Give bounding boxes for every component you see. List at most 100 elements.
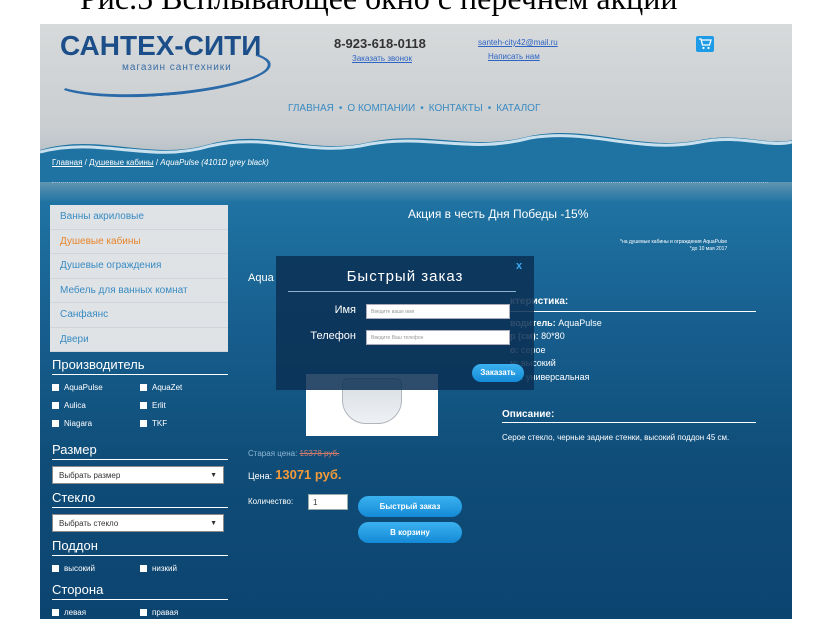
filter-checkbox[interactable]: левая <box>52 608 140 617</box>
breadcrumb-current: AquaPulse (4101D grey black) <box>160 158 269 167</box>
modal-title: Быстрый заказ <box>346 268 464 285</box>
category-item[interactable]: Двери <box>50 328 228 352</box>
checkbox-label: Aulica <box>64 401 86 410</box>
category-item[interactable]: Санфаянс <box>50 303 228 328</box>
characteristics-title: ктеристика: <box>510 295 756 312</box>
cart-glyph <box>699 38 712 50</box>
nav-item[interactable]: КОНТАКТЫ <box>429 103 483 114</box>
filter-tray: Поддон высокий низкий <box>52 538 228 573</box>
close-icon[interactable]: x <box>516 260 522 272</box>
checkbox-box[interactable] <box>140 384 147 391</box>
promo-note-line: *до 10 мая 2017 <box>689 246 728 252</box>
nav-separator: • <box>487 103 492 114</box>
document-caption: Рис.5 Всплывающее окно с перечнем акций <box>0 0 832 24</box>
nav-separator: • <box>338 103 343 114</box>
name-input[interactable]: Введите ваше имя <box>366 304 510 319</box>
nav-separator: • <box>420 103 424 114</box>
phone-number: 8-923-618-0118 <box>334 36 426 51</box>
checkbox-label: TKF <box>152 419 168 428</box>
filter-checkbox[interactable]: TKF <box>140 419 228 428</box>
checkbox-box[interactable] <box>52 565 59 572</box>
filter-checkbox[interactable]: правая <box>140 608 228 617</box>
dotted-divider <box>52 182 768 183</box>
filter-side: Сторона левая правая <box>52 582 228 617</box>
promo-note-line: *на душевые кабины и ограждения AquaPuls… <box>620 239 728 245</box>
filter-glass: Стекло Выбрать стекло ▼ <box>52 490 228 532</box>
email-link[interactable]: santeh-city42@mail.ru <box>478 38 558 47</box>
filter-checkbox[interactable]: Niagara <box>52 419 140 428</box>
callback-link[interactable]: Заказать звонок <box>352 54 412 63</box>
checkbox-label: Erlit <box>152 401 166 410</box>
filter-checkbox[interactable]: AquaPulse <box>52 383 140 392</box>
logo-subtitle: магазин сантехники <box>122 62 232 73</box>
characteristic-row: на: универсальная <box>510 371 756 385</box>
checkbox-box[interactable] <box>52 384 59 391</box>
phone-label: Телефон <box>310 330 356 342</box>
name-label: Имя <box>334 304 356 316</box>
description-title: Описание: <box>502 409 756 423</box>
checkbox-label: левая <box>64 608 87 617</box>
category-item[interactable]: Душевые ограждения <box>50 254 228 279</box>
size-select[interactable]: Выбрать размер ▼ <box>52 466 224 484</box>
checkbox-box[interactable] <box>140 565 147 572</box>
nav-item[interactable]: КАТАЛОГ <box>496 103 540 114</box>
characteristic-value: 80*80 <box>541 331 565 341</box>
filter-checkbox[interactable]: Aulica <box>52 401 140 410</box>
promo-note: *на душевые кабины и ограждения AquaPuls… <box>620 239 727 253</box>
quantity-input[interactable]: 1 <box>308 494 348 510</box>
glass-select[interactable]: Выбрать стекло ▼ <box>52 514 224 532</box>
cart-icon[interactable] <box>696 36 714 52</box>
category-item[interactable]: Душевые кабины <box>50 230 228 254</box>
characteristic-row: н: высокий <box>510 357 756 371</box>
breadcrumb-home[interactable]: Главная <box>52 158 82 167</box>
filter-title: Производитель <box>52 357 228 375</box>
filter-manufacturer: Производитель AquaPulse AquaZet Aulica Erli… <box>52 357 228 428</box>
logo[interactable]: САНТЕХ-СИТИ магазин сантехники <box>48 28 273 104</box>
product-title: Aqua <box>248 272 274 284</box>
site-page: САНТЕХ-СИТИ магазин сантехники 8-923-618… <box>40 24 792 619</box>
add-to-cart-button[interactable]: В корзину <box>358 522 462 543</box>
characteristic-value: AquaPulse <box>558 317 602 328</box>
filter-checkbox[interactable]: AquaZet <box>140 383 228 392</box>
filter-size: Размер Выбрать размер ▼ <box>52 442 228 484</box>
nav-item[interactable]: О КОМПАНИИ <box>347 103 415 114</box>
phone-input[interactable]: Введите Ваш телефон <box>366 330 510 345</box>
modal-divider <box>288 291 516 292</box>
checkbox-box[interactable] <box>52 402 59 409</box>
category-item[interactable]: Мебель для ванных комнат <box>50 279 228 303</box>
characteristic-row: водитель: AquaPulse <box>510 317 756 331</box>
price: Цена: 13071 руб. <box>248 467 342 482</box>
characteristic-value: универсальная <box>525 371 590 382</box>
size-select-value: Выбрать размер <box>59 471 121 480</box>
quick-order-modal: Быстрый заказ x Имя Введите ваше имя Тел… <box>276 256 534 390</box>
chevron-down-icon: ▼ <box>210 520 217 527</box>
characteristic-row: о: серое <box>510 344 756 358</box>
checkbox-box[interactable] <box>140 402 147 409</box>
checkbox-label: высокий <box>64 564 95 573</box>
category-item[interactable]: Ванны акриловые <box>50 205 228 230</box>
checkbox-box[interactable] <box>52 420 59 427</box>
nav-item[interactable]: ГЛАВНАЯ <box>288 103 334 114</box>
checkbox-box[interactable] <box>52 609 59 616</box>
description-text: Серое стекло, черные задние стенки, высо… <box>502 433 730 442</box>
checkbox-box[interactable] <box>140 609 147 616</box>
filter-checkbox[interactable]: Erlit <box>140 401 228 410</box>
quick-order-button[interactable]: Быстрый заказ <box>358 496 462 517</box>
filter-checkbox[interactable]: высокий <box>52 564 140 573</box>
submit-order-button[interactable]: Заказать <box>472 364 524 382</box>
logo-text: САНТЕХ-СИТИ <box>60 30 262 61</box>
filter-title: Поддон <box>52 538 228 556</box>
wave-decoration <box>40 132 792 182</box>
main-nav: ГЛАВНАЯ • О КОМПАНИИ • КОНТАКТЫ • КАТАЛОГ <box>288 103 540 114</box>
price-label: Цена: <box>248 471 273 481</box>
filter-checkbox[interactable]: низкий <box>140 564 228 573</box>
breadcrumb-category[interactable]: Душевые кабины <box>89 158 153 167</box>
old-price: Старая цена: 15378 руб. <box>248 449 339 458</box>
checkbox-label: AquaPulse <box>64 383 103 392</box>
old-price-value: 15378 руб. <box>299 449 340 458</box>
checkbox-label: Niagara <box>64 419 93 428</box>
checkbox-box[interactable] <box>140 420 147 427</box>
old-price-label: Старая цена: <box>248 449 298 458</box>
write-us-link[interactable]: Написать нам <box>488 52 540 61</box>
price-value: 13071 руб. <box>275 467 342 482</box>
